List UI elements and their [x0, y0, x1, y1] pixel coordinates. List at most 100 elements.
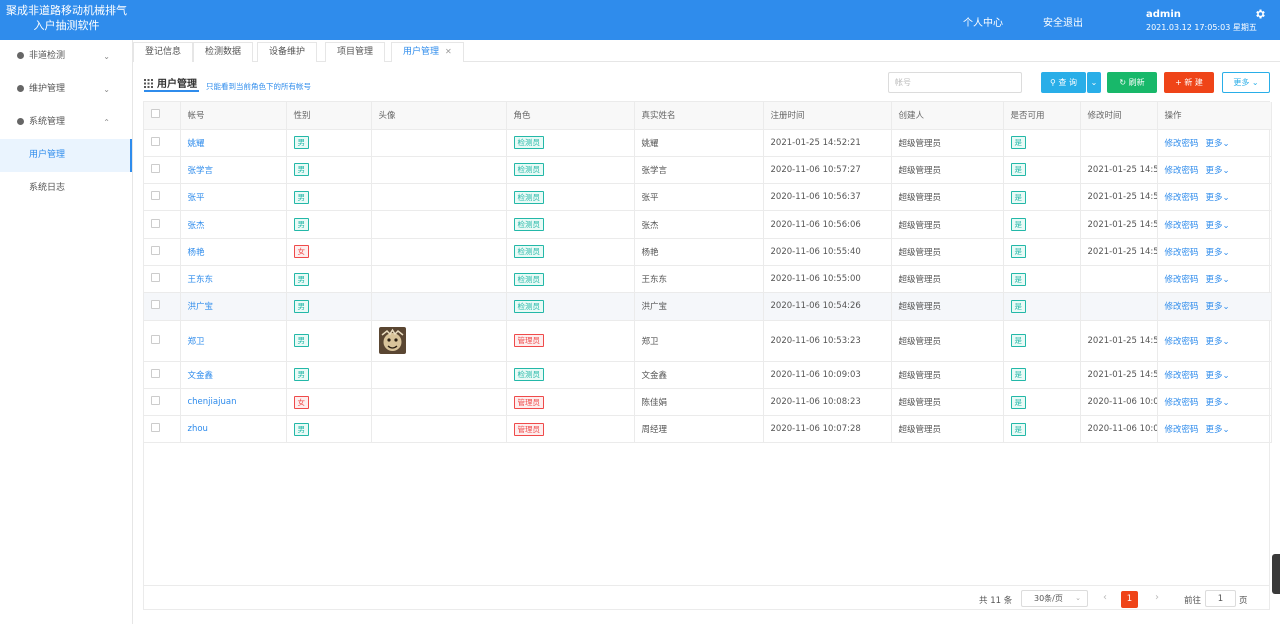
row-checkbox[interactable]: [151, 136, 160, 146]
row-more-link[interactable]: 更多⌄: [1206, 166, 1230, 176]
row-checkbox[interactable]: [151, 163, 160, 173]
gender-tag: 男: [293, 190, 309, 204]
table-row[interactable]: chenjiajuan 女 管理员 陈佳娟 2020-11-06 10:08:23 超级管…: [144, 388, 1272, 417]
next-page-button[interactable]: ›: [1155, 592, 1159, 603]
account-link[interactable]: zhou: [188, 424, 208, 434]
row-checkbox[interactable]: [151, 396, 160, 406]
gender-tag: 男: [293, 299, 309, 313]
change-password-link[interactable]: 修改密码: [1165, 166, 1199, 176]
tab-2[interactable]: 设备维护: [257, 42, 318, 62]
change-password-link[interactable]: 修改密码: [1165, 193, 1199, 203]
close-icon[interactable]: ✕: [445, 47, 452, 56]
tab-0[interactable]: 登记信息: [133, 42, 194, 62]
query-button[interactable]: ⚲ 查 询: [1041, 72, 1086, 93]
change-password-link[interactable]: 修改密码: [1165, 398, 1199, 408]
new-button[interactable]: + 新 建: [1164, 72, 1214, 93]
actions-cell: 修改密码 更多⌄: [1157, 415, 1272, 444]
row-more-link[interactable]: 更多⌄: [1206, 302, 1230, 312]
real-name-cell: 陈佳娟: [634, 388, 764, 417]
page-size-select[interactable]: 30条/页 ⌄: [1021, 590, 1088, 607]
tab-3[interactable]: 项目管理: [325, 42, 386, 62]
change-password-link[interactable]: 修改密码: [1165, 221, 1199, 231]
account-link[interactable]: 杨艳: [188, 248, 205, 258]
row-checkbox[interactable]: [151, 273, 160, 283]
row-checkbox[interactable]: [151, 334, 160, 344]
enabled-cell: 是: [1003, 320, 1081, 362]
change-password-link[interactable]: 修改密码: [1165, 425, 1199, 435]
select-all-checkbox[interactable]: [151, 109, 160, 119]
row-more-label: 更多: [1205, 336, 1223, 347]
role-tag: 检测员: [513, 299, 544, 313]
change-password-link[interactable]: 修改密码: [1165, 302, 1199, 312]
account-link[interactable]: 张学言: [188, 166, 214, 176]
account-link[interactable]: 郑卫: [188, 337, 205, 347]
row-more-link[interactable]: 更多⌄: [1206, 398, 1230, 408]
side-panel-handle[interactable]: [1272, 554, 1280, 594]
tab-4[interactable]: 用户管理 ✕: [391, 42, 464, 62]
tab-1[interactable]: 检测数据: [193, 42, 254, 62]
avatar[interactable]: [378, 327, 406, 355]
actions-cell: 修改密码 更多⌄: [1157, 129, 1272, 157]
account-link[interactable]: 张平: [188, 193, 205, 203]
refresh-button[interactable]: ↻ 刷新: [1107, 72, 1157, 93]
row-more-link[interactable]: 更多⌄: [1206, 248, 1230, 258]
row-more-link[interactable]: 更多⌄: [1206, 337, 1230, 347]
sidebar-item-0[interactable]: 用户管理: [0, 139, 132, 172]
modified-time-cell: [1080, 265, 1158, 294]
role-cell: 管理员: [506, 320, 635, 362]
sidebar-menu-0[interactable]: 非道检测 ⌄: [0, 40, 132, 73]
account-link[interactable]: 王东东: [188, 275, 214, 285]
table-row[interactable]: 张平男检测员 张平 2020-11-06 10:56:37 超级管理员是 2021-01…: [144, 183, 1272, 212]
avatar-cell: [371, 265, 507, 294]
role-cell: 检测员: [506, 156, 635, 185]
row-checkbox[interactable]: [151, 218, 160, 228]
row-select-cell: [144, 388, 181, 417]
table-row[interactable]: 杨艳女检测员 杨艳 2020-11-06 10:55:40 超级管理员是 2021-01…: [144, 238, 1272, 266]
prev-page-button[interactable]: ‹: [1103, 592, 1107, 603]
table-row[interactable]: 文金鑫男检测员 文金鑫 2020-11-06 10:09:03 超级管理员是 2021-…: [144, 361, 1272, 389]
table-row[interactable]: 洪广宝男检测员 洪广宝 2020-11-06 10:54:26 超级管理员是修改密码更…: [144, 292, 1272, 321]
more-button[interactable]: 更多 ⌄: [1222, 72, 1270, 93]
table-row[interactable]: 王东东男检测员 王东东 2020-11-06 10:55:00 超级管理员是修改密码更…: [144, 265, 1272, 294]
account-link[interactable]: 文金鑫: [188, 371, 214, 381]
row-checkbox[interactable]: [151, 245, 160, 255]
change-password-link[interactable]: 修改密码: [1165, 337, 1199, 347]
row-checkbox[interactable]: [151, 300, 160, 310]
gender-cell: 男: [286, 361, 372, 389]
change-password-link[interactable]: 修改密码: [1165, 248, 1199, 258]
account-link[interactable]: chenjiajuan: [188, 397, 237, 407]
row-more-link[interactable]: 更多⌄: [1206, 371, 1230, 381]
row-checkbox[interactable]: [151, 368, 160, 378]
account-search-input[interactable]: [888, 72, 1022, 93]
account-link[interactable]: 张杰: [188, 221, 205, 231]
actions-cell: 修改密码 更多⌄: [1157, 183, 1272, 212]
table-row[interactable]: 姚耀男检测员 姚耀 2021-01-25 14:52:21 超级管理员是修改密码 更多⌄: [144, 129, 1272, 157]
change-password-link[interactable]: 修改密码: [1165, 275, 1199, 285]
sidebar-menu-1[interactable]: 维护管理 ⌄: [0, 73, 132, 106]
row-more-link[interactable]: 更多⌄: [1206, 221, 1230, 231]
table-row[interactable]: 张学言男检测员 张学言 2020-11-06 10:57:27 超级管理员是 2021-…: [144, 156, 1272, 185]
account-link[interactable]: 姚耀: [188, 139, 205, 149]
account-link[interactable]: 洪广宝: [188, 302, 214, 312]
row-more-link[interactable]: 更多⌄: [1206, 139, 1230, 149]
personal-center-link[interactable]: 个人中心: [963, 14, 1003, 29]
register-time-cell: 2020-11-06 10:08:23: [763, 388, 892, 417]
sidebar-item-1[interactable]: 系统日志: [0, 172, 132, 205]
goto-page-input[interactable]: [1205, 590, 1236, 607]
current-page-button[interactable]: 1: [1121, 591, 1138, 608]
table-row[interactable]: zhou 男 管理员 周经理 2020-11-06 10:07:28 超级管理员是 2020…: [144, 415, 1272, 444]
change-password-link[interactable]: 修改密码: [1165, 139, 1199, 149]
change-password-link[interactable]: 修改密码: [1165, 371, 1199, 381]
row-more-link[interactable]: 更多⌄: [1206, 425, 1230, 435]
table-row[interactable]: 郑卫男管理员 郑卫 2020-11-06 10:53:23 超级管理员是 2021-01…: [144, 320, 1272, 362]
query-dropdown-button[interactable]: ⌄: [1087, 72, 1101, 93]
table-row[interactable]: 张杰男检测员 张杰 2020-11-06 10:56:06 超级管理员是 2021-01…: [144, 210, 1272, 239]
row-more-link[interactable]: 更多⌄: [1206, 193, 1230, 203]
gear-icon[interactable]: [1254, 8, 1266, 20]
logout-link[interactable]: 安全退出: [1043, 14, 1083, 29]
row-checkbox[interactable]: [151, 423, 160, 433]
row-checkbox[interactable]: [151, 191, 160, 201]
sidebar-menu-2[interactable]: 系统管理 ⌃: [0, 106, 132, 139]
row-more-link[interactable]: 更多⌄: [1206, 275, 1230, 285]
gender-cell: 男: [286, 156, 372, 185]
